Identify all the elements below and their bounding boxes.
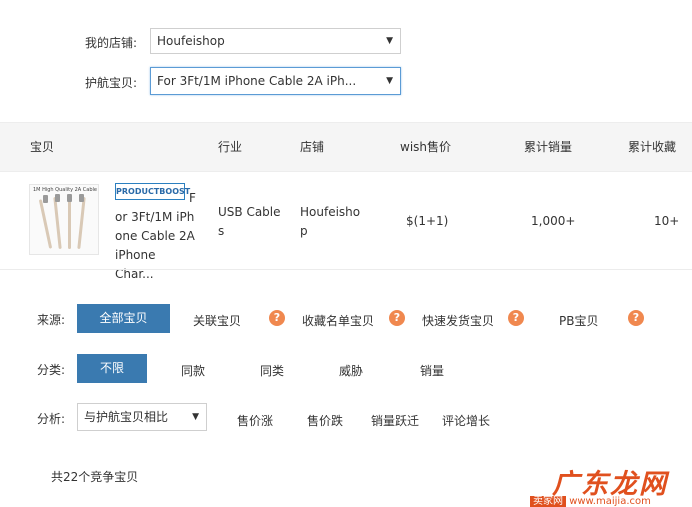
source-favorites-button[interactable]: 收藏名单宝贝 <box>302 312 374 329</box>
help-icon[interactable]: ? <box>389 310 405 326</box>
analysis-sales-jump-button[interactable]: 销量跃迁 <box>371 412 419 429</box>
watermark-sub-box: 卖家网 <box>530 496 566 507</box>
analysis-price-down-button[interactable]: 售价跌 <box>307 412 343 429</box>
price-value: $(1+1) <box>406 214 449 228</box>
category-label: 分类: <box>37 363 66 377</box>
source-label: 来源: <box>37 313 66 327</box>
source-fast-shipping-button[interactable]: 快速发货宝贝 <box>422 312 494 329</box>
shop-value: Houfeisho p <box>300 205 361 238</box>
source-all-button[interactable]: 全部宝贝 <box>77 304 170 333</box>
category-similar-button[interactable]: 同类 <box>260 362 284 379</box>
watermark-logo: 广东龙网 卖家网 www.maijia.com <box>530 462 688 507</box>
header-price: wish售价 <box>400 140 452 154</box>
shop-select-value: Houfeishop <box>157 34 225 48</box>
chevron-down-icon: ▼ <box>386 36 393 46</box>
table-header: 宝贝 行业 店铺 wish售价 累计销量 累计收藏 <box>0 122 692 172</box>
favorites-value: 10+ <box>654 214 680 228</box>
watermark-sub: 卖家网 www.maijia.com <box>530 492 651 507</box>
shop-label: 我的店铺: <box>85 36 138 50</box>
header-shop: 店铺 <box>300 140 325 154</box>
analysis-select[interactable]: 与护航宝贝相比 ▼ <box>77 403 207 431</box>
header-industry: 行业 <box>218 140 243 154</box>
header-sales: 累计销量 <box>524 140 573 154</box>
analysis-price-up-button[interactable]: 售价涨 <box>237 412 273 429</box>
sales-value: 1,000+ <box>531 214 576 228</box>
category-any-button[interactable]: 不限 <box>77 354 147 383</box>
chevron-down-icon: ▼ <box>192 412 199 422</box>
product-label: 护航宝贝: <box>85 76 138 90</box>
header-product: 宝贝 <box>30 140 55 154</box>
product-thumbnail[interactable]: 1M High Quality 2A Cable <box>29 184 99 255</box>
analysis-label: 分析: <box>37 412 66 426</box>
category-sales-button[interactable]: 销量 <box>420 362 444 379</box>
header-favorites: 累计收藏 <box>628 140 677 154</box>
product-select[interactable]: For 3Ft/1M iPhone Cable 2A iPh... ▼ <box>150 67 401 95</box>
shop-select[interactable]: Houfeishop ▼ <box>150 28 401 54</box>
analysis-select-value: 与护航宝贝相比 <box>84 410 169 424</box>
result-count: 共22个竞争宝贝 <box>51 470 139 484</box>
thumbnail-caption: 1M High Quality 2A Cable <box>33 187 98 193</box>
industry-value: USB Cable s <box>218 205 281 238</box>
category-threat-button[interactable]: 威胁 <box>339 362 363 379</box>
product-select-value: For 3Ft/1M iPhone Cable 2A iPh... <box>157 74 357 88</box>
analysis-review-growth-button[interactable]: 评论增长 <box>442 412 490 429</box>
source-pb-button[interactable]: PB宝贝 <box>559 312 598 329</box>
table-divider <box>0 269 692 270</box>
watermark-url: www.maijia.com <box>569 496 651 507</box>
help-icon[interactable]: ? <box>269 310 285 326</box>
source-related-button[interactable]: 关联宝贝 <box>193 312 241 329</box>
category-same-item-button[interactable]: 同款 <box>181 362 205 379</box>
help-icon[interactable]: ? <box>508 310 524 326</box>
chevron-down-icon: ▼ <box>386 76 393 86</box>
help-icon[interactable]: ? <box>628 310 644 326</box>
